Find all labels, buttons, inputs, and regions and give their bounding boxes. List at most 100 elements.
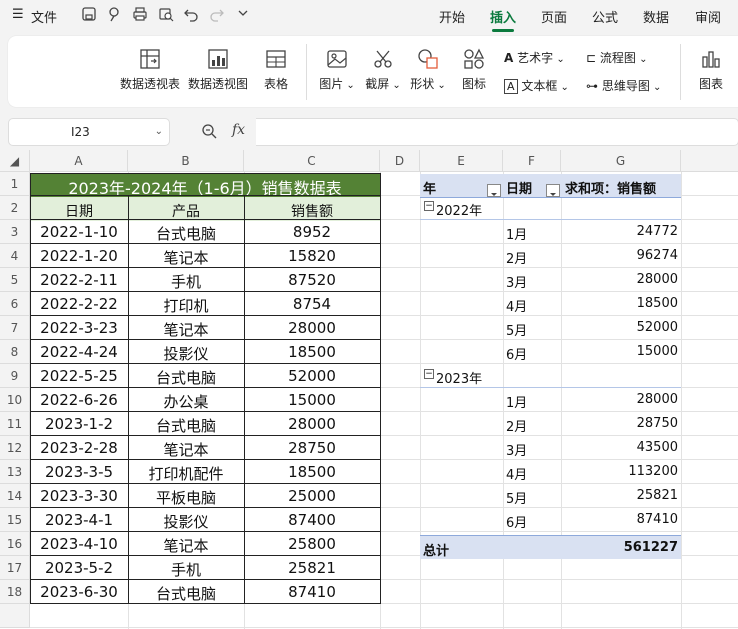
- cell-sales[interactable]: 15000: [244, 391, 380, 409]
- icon-button[interactable]: 图标: [456, 47, 492, 92]
- row-header[interactable]: 16: [0, 532, 30, 556]
- cell-date[interactable]: 2022-6-26: [30, 391, 128, 409]
- cell-date[interactable]: 2022-1-20: [30, 247, 128, 265]
- tab-insert[interactable]: 插入: [490, 7, 516, 32]
- screenshot-button[interactable]: 截屏 ⌄: [363, 47, 403, 92]
- pivot-header-date[interactable]: 日期: [506, 178, 532, 197]
- col-header-e[interactable]: E: [420, 150, 503, 172]
- pivot-month[interactable]: 4月: [506, 296, 527, 315]
- textbox-button[interactable]: A 文本框 ⌄: [504, 77, 569, 94]
- tab-page[interactable]: 页面: [541, 7, 567, 26]
- pivot-value[interactable]: 18500: [578, 296, 678, 311]
- row-header[interactable]: 3: [0, 220, 30, 244]
- fx-icon[interactable]: fx: [232, 122, 245, 138]
- pivot-year-group[interactable]: 2022年: [436, 200, 482, 219]
- row-header[interactable]: 4: [0, 244, 30, 268]
- tab-home[interactable]: 开始: [439, 7, 465, 26]
- pivot-chart-button[interactable]: 数据透视图: [185, 47, 251, 92]
- tab-data[interactable]: 数据: [643, 7, 669, 26]
- header-date[interactable]: 日期: [30, 201, 128, 221]
- cell-sales[interactable]: 28750: [244, 439, 380, 457]
- wordart-button[interactable]: A 艺术字 ⌄: [504, 49, 565, 66]
- header-product[interactable]: 产品: [128, 201, 244, 221]
- cell-product[interactable]: 笔记本: [128, 535, 244, 556]
- format-painter-icon[interactable]: [106, 6, 124, 24]
- pivot-total-value[interactable]: 561227: [578, 540, 678, 555]
- cell-product[interactable]: 台式电脑: [128, 367, 244, 388]
- cell-date[interactable]: 2022-4-24: [30, 343, 128, 361]
- shape-button[interactable]: 形状 ⌄: [408, 47, 448, 92]
- cell-product[interactable]: 笔记本: [128, 439, 244, 460]
- col-header-h[interactable]: [681, 150, 738, 172]
- pivot-month[interactable]: 3月: [506, 440, 527, 459]
- filter-dropdown-icon[interactable]: [487, 184, 501, 197]
- save-icon[interactable]: [80, 6, 98, 24]
- row-header[interactable]: 14: [0, 484, 30, 508]
- cell-sales[interactable]: 52000: [244, 367, 380, 385]
- pivot-value[interactable]: 28000: [578, 272, 678, 287]
- zoom-icon[interactable]: [201, 123, 217, 143]
- cell-product[interactable]: 打印机: [128, 295, 244, 316]
- cell-sales[interactable]: 87410: [244, 583, 380, 601]
- cell-sales[interactable]: 15820: [244, 247, 380, 265]
- col-header-c[interactable]: C: [244, 150, 380, 172]
- flowchart-button[interactable]: ⊏ 流程图 ⌄: [586, 49, 647, 66]
- pivot-value[interactable]: 24772: [578, 224, 678, 239]
- chevron-down-icon[interactable]: [234, 6, 252, 24]
- pivot-total-label[interactable]: 总计: [423, 540, 449, 559]
- cell-sales[interactable]: 25821: [244, 559, 380, 577]
- pivot-year-group[interactable]: 2023年: [436, 368, 482, 387]
- pivot-month[interactable]: 5月: [506, 488, 527, 507]
- collapse-icon[interactable]: −: [424, 369, 434, 379]
- cell-product[interactable]: 平板电脑: [128, 487, 244, 508]
- row-header[interactable]: 18: [0, 580, 30, 604]
- row-header[interactable]: 5: [0, 268, 30, 292]
- pivot-value[interactable]: 43500: [578, 440, 678, 455]
- name-box[interactable]: I23 ⌄: [8, 118, 170, 146]
- undo-icon[interactable]: [182, 6, 200, 24]
- file-menu[interactable]: 文件: [31, 7, 57, 26]
- cell-sales[interactable]: 28000: [244, 319, 380, 337]
- cell-sales[interactable]: 18500: [244, 343, 380, 361]
- pivot-month[interactable]: 5月: [506, 320, 527, 339]
- pivot-value[interactable]: 28750: [578, 416, 678, 431]
- chart-button[interactable]: 图表: [691, 47, 731, 92]
- pivot-month[interactable]: 6月: [506, 344, 527, 363]
- pivot-table-button[interactable]: 数据透视表: [114, 47, 186, 92]
- row-header[interactable]: 8: [0, 340, 30, 364]
- cell-date[interactable]: 2022-2-11: [30, 271, 128, 289]
- cell-sales[interactable]: 87520: [244, 271, 380, 289]
- row-header[interactable]: 6: [0, 292, 30, 316]
- pivot-month[interactable]: 1月: [506, 224, 527, 243]
- cell-date[interactable]: 2022-3-23: [30, 319, 128, 337]
- row-header[interactable]: 15: [0, 508, 30, 532]
- tab-review[interactable]: 审阅: [695, 7, 721, 26]
- cell-date[interactable]: 2022-2-22: [30, 295, 128, 313]
- print-icon[interactable]: [131, 6, 149, 24]
- cell-date[interactable]: 2023-6-30: [30, 583, 128, 601]
- col-header-f[interactable]: F: [503, 150, 561, 172]
- cell-sales[interactable]: 8754: [244, 295, 380, 313]
- row-header[interactable]: [0, 604, 30, 628]
- select-all-corner[interactable]: ◢: [0, 150, 30, 172]
- cell-date[interactable]: 2023-3-5: [30, 463, 128, 481]
- print-preview-icon[interactable]: [157, 6, 175, 24]
- filter-dropdown-icon[interactable]: [546, 184, 560, 197]
- cell-sales[interactable]: 28000: [244, 415, 380, 433]
- pivot-header-sum[interactable]: 求和项：销售额: [565, 178, 656, 197]
- cell-sales[interactable]: 18500: [244, 463, 380, 481]
- row-header[interactable]: 2: [0, 196, 30, 220]
- chevron-down-icon[interactable]: ⌄: [155, 119, 163, 145]
- pivot-month[interactable]: 6月: [506, 512, 527, 531]
- row-header[interactable]: 7: [0, 316, 30, 340]
- pivot-value[interactable]: 25821: [578, 488, 678, 503]
- cell-date[interactable]: 2023-3-30: [30, 487, 128, 505]
- col-header-a[interactable]: A: [30, 150, 128, 172]
- pivot-value[interactable]: 96274: [578, 248, 678, 263]
- col-header-g[interactable]: G: [561, 150, 681, 172]
- menu-icon[interactable]: ☰: [12, 7, 24, 22]
- cell-date[interactable]: 2023-1-2: [30, 415, 128, 433]
- picture-button[interactable]: 图片 ⌄: [317, 47, 357, 92]
- cell-product[interactable]: 笔记本: [128, 319, 244, 340]
- cell-sales[interactable]: 25800: [244, 535, 380, 553]
